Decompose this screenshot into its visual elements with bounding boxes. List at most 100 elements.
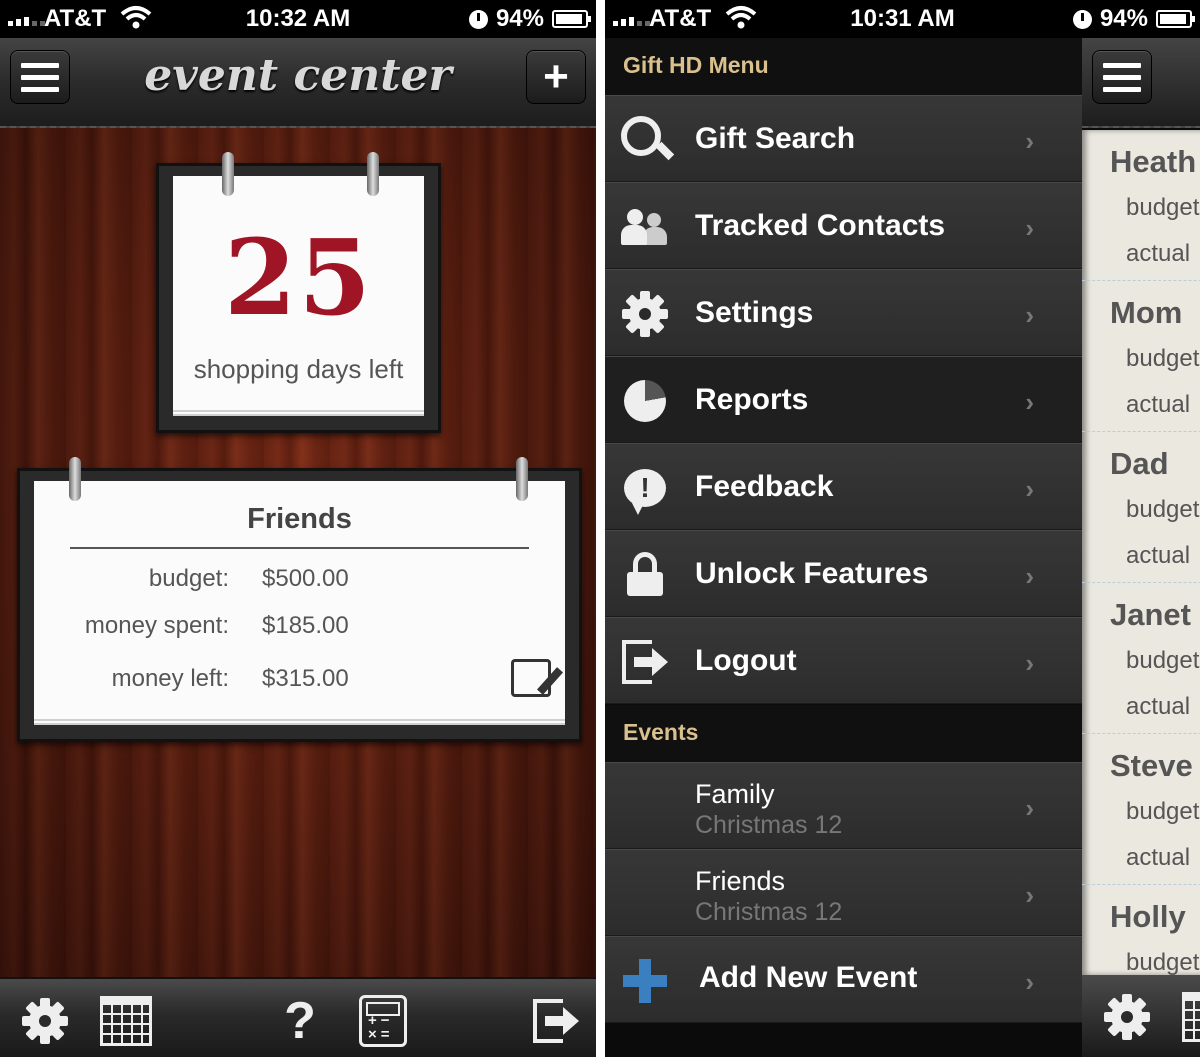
screenshot-composite: AT&T 10:32 AM 94% event center + 25 shop… — [0, 0, 1200, 1057]
days-paper: 25 shopping days left — [173, 176, 424, 416]
battery-icon — [1156, 10, 1195, 28]
budget-label: budget — [1126, 647, 1200, 674]
chevron-right-icon: › — [1025, 967, 1034, 997]
logout-tab[interactable] — [528, 993, 584, 1049]
contact-name: Janet — [1110, 597, 1191, 632]
status-bar: AT&T 10:31 AM 94% — [605, 0, 1200, 38]
main-panel-peek[interactable]: Heath budget actual Mom budget actual Da… — [1082, 38, 1200, 1057]
gear-icon — [22, 998, 68, 1044]
menu-item-feedback[interactable]: ! Feedback › — [605, 443, 1082, 530]
list-item[interactable]: Janet budget actual — [1082, 583, 1200, 734]
logout-icon — [533, 999, 579, 1043]
budget-card-title: Friends — [247, 503, 352, 535]
status-bar: AT&T 10:32 AM 94% — [0, 0, 596, 38]
menu-item-settings[interactable]: Settings › — [605, 269, 1082, 356]
menu-item-reports[interactable]: Reports › — [605, 356, 1082, 443]
contact-name: Dad — [1110, 446, 1169, 481]
menu-screen: AT&T 10:31 AM 94% Gift HD Menu Gift Sear… — [605, 0, 1200, 1057]
budget-paper: Friends budget: $500.00 money spent: $18… — [34, 481, 565, 725]
menu-item-label: Reports — [695, 383, 809, 416]
events-header: Events — [605, 705, 1082, 762]
chevron-right-icon: › — [1025, 648, 1034, 678]
days-left-card[interactable]: 25 shopping days left — [156, 152, 441, 433]
menu-item-gift-search[interactable]: Gift Search › — [605, 95, 1082, 182]
plus-icon — [621, 957, 669, 1005]
budget-value: $500.00 — [262, 565, 349, 592]
divider — [70, 547, 529, 549]
contacts-list: Heath budget actual Mom budget actual Da… — [1082, 130, 1200, 975]
gear-icon — [1104, 994, 1150, 1040]
edit-icon[interactable] — [511, 659, 551, 697]
contact-name: Mom — [1110, 295, 1183, 330]
settings-tab[interactable] — [1099, 989, 1155, 1045]
list-item[interactable]: Holly budget actual — [1082, 885, 1200, 975]
menu-item-logout[interactable]: Logout › — [605, 617, 1082, 704]
budget-label: budget — [1126, 345, 1200, 372]
page-title: event center — [144, 50, 452, 101]
status-right: 94% — [1072, 5, 1195, 33]
budget-label: budget: — [148, 565, 229, 592]
menu-item-label: Tracked Contacts — [695, 209, 946, 242]
list-item[interactable]: Mom budget actual — [1082, 281, 1200, 432]
menu-item-label: Gift Search — [695, 122, 856, 155]
battery-percent: 94% — [1099, 5, 1148, 32]
days-left-label: shopping days left — [193, 354, 404, 384]
menu-item-tracked-contacts[interactable]: Tracked Contacts › — [605, 182, 1082, 269]
chevron-right-icon: › — [1025, 300, 1034, 330]
money-left-value: $315.00 — [262, 665, 349, 692]
hamburger-icon — [1103, 62, 1141, 92]
actual-label: actual — [1126, 391, 1191, 418]
actual-label: actual — [1126, 542, 1191, 569]
budget-card[interactable]: Friends budget: $500.00 money spent: $18… — [17, 457, 582, 742]
alarm-icon — [468, 9, 488, 29]
days-left-number: 25 — [224, 216, 373, 339]
chevron-right-icon: › — [1025, 880, 1034, 910]
list-item[interactable]: Heath budget actual — [1082, 130, 1200, 281]
plus-icon: + — [543, 52, 569, 101]
gear-icon — [621, 290, 669, 338]
calendar-icon — [1182, 992, 1200, 1042]
calculator-icon — [359, 995, 407, 1047]
alarm-icon — [1072, 9, 1092, 29]
add-button[interactable]: + — [526, 50, 586, 104]
help-tab[interactable]: ? — [272, 992, 328, 1050]
budget-label: budget — [1126, 949, 1200, 975]
binder-ring — [516, 457, 528, 501]
logout-icon — [621, 638, 669, 686]
battery-percent: 94% — [495, 5, 544, 32]
binder-ring — [222, 152, 234, 196]
budget-label: budget — [1126, 194, 1200, 221]
budget-label: budget — [1126, 798, 1200, 825]
chevron-right-icon: › — [1025, 126, 1034, 156]
calendar-tab[interactable] — [98, 993, 154, 1049]
list-item[interactable]: Steve budget actual — [1082, 734, 1200, 885]
menu-item-label: Feedback — [695, 470, 834, 503]
contacts-icon — [621, 203, 669, 251]
menu-item-unlock-features[interactable]: Unlock Features › — [605, 530, 1082, 617]
budget-label: budget — [1126, 496, 1200, 523]
battery-icon — [552, 10, 591, 28]
pie-chart-icon — [621, 377, 669, 425]
event-title: Family — [695, 779, 775, 809]
calendar-icon — [100, 996, 152, 1046]
help-icon: ? — [284, 992, 316, 1050]
event-item-family[interactable]: Family Christmas 12 › — [605, 762, 1082, 849]
event-title: Friends — [695, 866, 786, 896]
menu-button[interactable] — [1092, 50, 1152, 104]
lock-icon — [621, 551, 669, 599]
menu-item-label: Unlock Features — [695, 557, 929, 590]
event-subtitle: Christmas 12 — [695, 898, 843, 926]
event-item-friends[interactable]: Friends Christmas 12 › — [605, 849, 1082, 936]
actual-label: actual — [1126, 240, 1191, 267]
money-left-label: money left: — [111, 665, 229, 692]
bottom-toolbar: ? — [0, 977, 596, 1057]
add-new-event-button[interactable]: Add New Event › — [605, 936, 1082, 1023]
calendar-tab[interactable] — [1180, 989, 1200, 1045]
calculator-tab[interactable] — [355, 993, 411, 1049]
list-item[interactable]: Dad budget actual — [1082, 432, 1200, 583]
settings-tab[interactable] — [17, 993, 73, 1049]
status-right: 94% — [468, 5, 591, 33]
event-subtitle: Christmas 12 — [695, 811, 843, 839]
add-new-event-label: Add New Event — [699, 961, 918, 994]
menu-header: Gift HD Menu — [605, 38, 1082, 95]
